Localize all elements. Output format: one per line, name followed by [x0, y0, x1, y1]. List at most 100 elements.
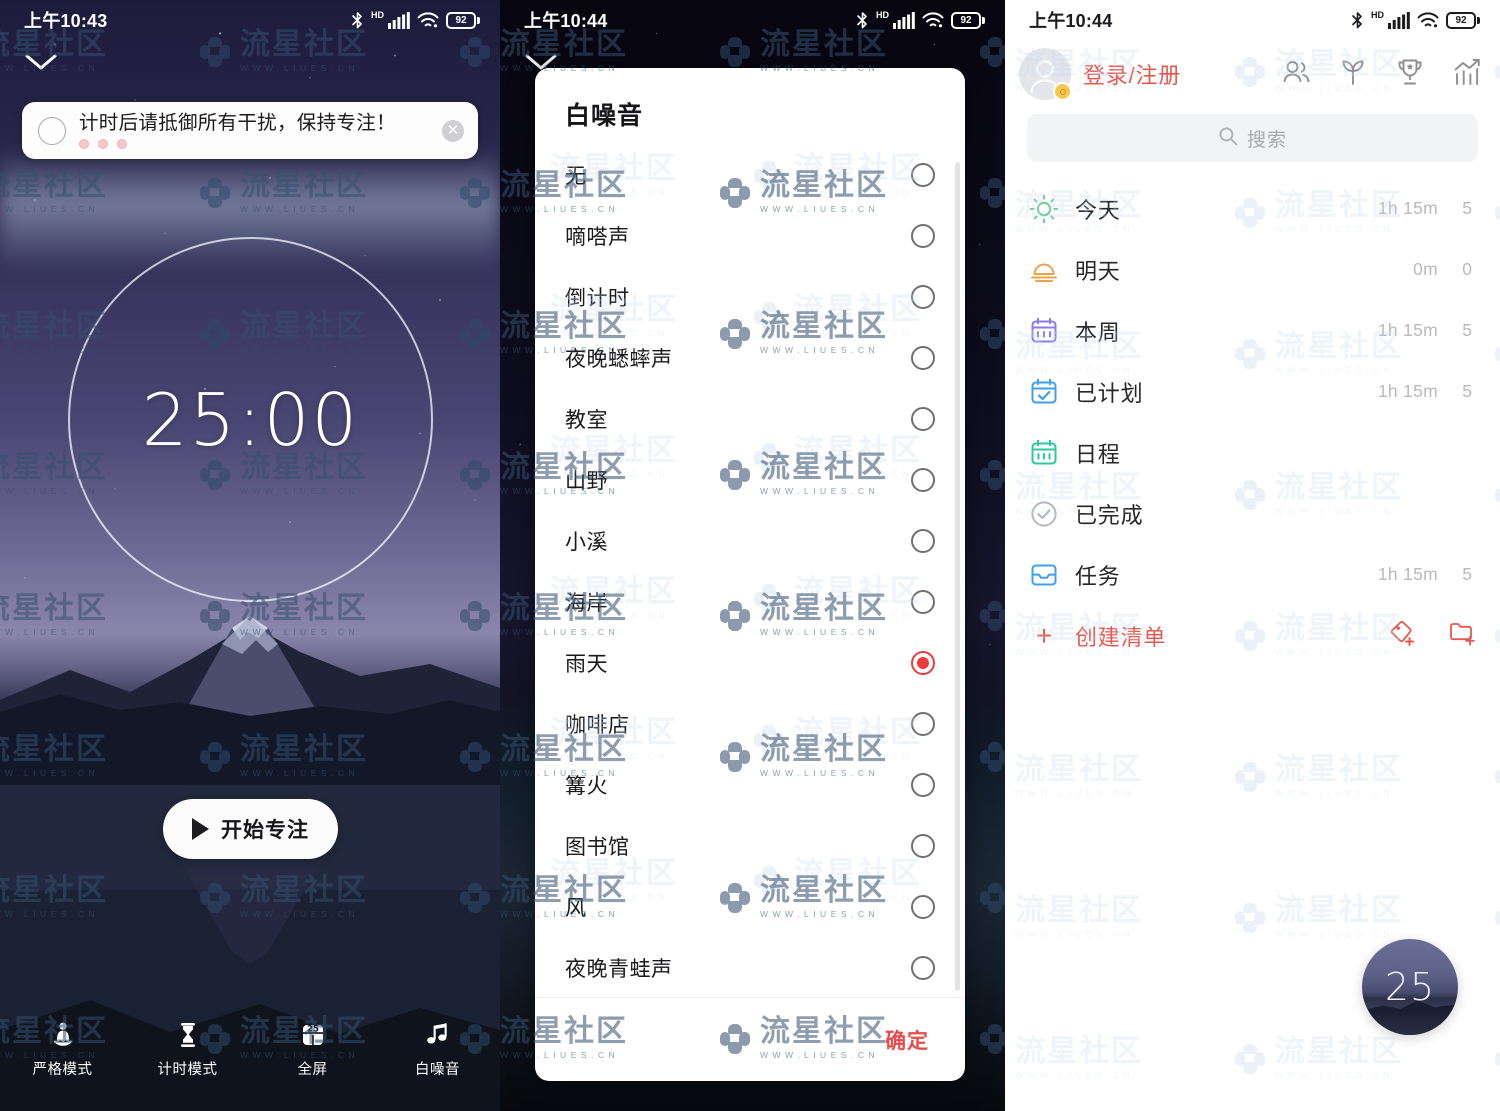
tab-white-noise[interactable]: 白噪音 — [375, 1009, 500, 1091]
list-item-duration: 1h 15m — [1377, 381, 1438, 401]
list-item-count: 5 — [1462, 320, 1472, 340]
tab-timer-mode[interactable]: 计时模式 — [125, 1009, 250, 1091]
white-noise-option[interactable]: 无 — [535, 144, 965, 205]
calendar-check-icon — [1029, 377, 1059, 407]
status-bar-panel1: 上午10:43 HD 92 — [0, 0, 500, 40]
option-label: 山野 — [565, 469, 608, 493]
radio-icon[interactable] — [911, 955, 935, 980]
white-noise-option[interactable]: 雨天 — [535, 632, 965, 693]
white-noise-option[interactable]: 风 — [535, 876, 965, 937]
white-noise-option[interactable]: 海岸 — [535, 571, 965, 632]
status-bar-panel3: 上午10:44 HD 92 — [1005, 0, 1500, 40]
white-noise-option[interactable]: 倒计时 — [535, 266, 965, 327]
tab-strict-mode[interactable]: 严格模式 — [0, 1009, 125, 1091]
pomodoro-dot — [117, 138, 127, 149]
radio-icon[interactable] — [911, 772, 935, 797]
list-item[interactable]: 已完成 — [1005, 483, 1500, 544]
search-input[interactable]: 搜索 — [1027, 114, 1478, 162]
option-label: 教室 — [565, 408, 608, 432]
list-item-label: 已完成 — [1075, 502, 1144, 528]
dialog-title: 白噪音 — [565, 102, 644, 130]
list-item[interactable]: 已计划 1h 15m 5 — [1005, 361, 1500, 422]
watermark: 流星社区WWW.LIUES.CN — [1005, 755, 1143, 799]
list-item-duration: 0m — [1413, 259, 1438, 279]
reminder-checkbox[interactable] — [38, 116, 66, 145]
radio-selected-icon[interactable] — [911, 650, 935, 675]
white-noise-options-list[interactable]: 无嘀嗒声 倒计时 夜晚蟋蟀声 教室 山野 小溪 海岸 雨天 咖啡店 篝火 图书馆风夜晚青蛙声 流星社… — [535, 144, 965, 997]
login-register-link[interactable]: 登录/注册 — [1083, 58, 1181, 90]
dialog-scrollbar[interactable] — [955, 162, 960, 991]
white-noise-option[interactable]: 嘀嗒声 — [535, 205, 965, 266]
timer-value: 25:00 — [141, 377, 360, 462]
list-item[interactable]: 明天 0m 0 — [1005, 239, 1500, 300]
radio-icon[interactable] — [911, 833, 935, 858]
white-noise-option[interactable]: 夜晚蟋蟀声 — [535, 327, 965, 388]
sprout-icon[interactable] — [1338, 57, 1368, 92]
radio-icon[interactable] — [911, 467, 935, 492]
white-noise-option[interactable]: 山野 — [535, 449, 965, 510]
svg-text:25: 25 — [307, 1024, 319, 1034]
start-focus-button[interactable]: 开始专注 — [163, 799, 338, 859]
white-noise-option[interactable]: 夜晚青蛙声 — [535, 937, 965, 997]
watermark-text: 流星社区WWW.LIUES.CN — [1015, 1035, 1143, 1081]
option-label: 夜晚青蛙声 — [565, 957, 673, 981]
status-time: 上午10:44 — [1029, 11, 1113, 31]
add-tag-icon[interactable] — [1388, 619, 1416, 652]
white-noise-option[interactable]: 图书馆 — [535, 815, 965, 876]
start-focus-label: 开始专注 — [221, 819, 309, 842]
friends-icon[interactable] — [1279, 58, 1311, 91]
create-list-label: 创建清单 — [1075, 624, 1167, 650]
white-noise-option[interactable]: 咖啡店 — [535, 693, 965, 754]
white-noise-dialog: 白噪音 无嘀嗒声倒计时夜晚蟋蟀声教室山野小溪 海岸 雨天 咖啡店 篝火 图书馆风夜晚青蛙声… — [535, 68, 965, 1081]
signal-icon — [893, 11, 915, 29]
confirm-button[interactable]: 确定 — [885, 1025, 929, 1055]
status-icons: HD 92 — [351, 10, 480, 30]
watermark: 流星社区WWW.LIUES.CN — [1495, 896, 1500, 939]
radio-icon[interactable] — [911, 345, 935, 370]
list-item[interactable]: 今天 1h 15m 5 — [1005, 178, 1500, 239]
avatar[interactable] — [1019, 48, 1072, 101]
white-noise-option[interactable]: 篝火 — [535, 754, 965, 815]
watermark: 流星社区WWW.LIUES.CN — [1235, 755, 1403, 798]
statistics-icon[interactable] — [1452, 57, 1482, 92]
radio-icon[interactable] — [911, 894, 935, 919]
focus-reminder-card[interactable]: 计时后请抵御所有干扰，保持专注！ ✕ — [22, 102, 478, 159]
list-item-label: 明天 — [1075, 258, 1121, 284]
close-icon[interactable]: ✕ — [442, 119, 464, 142]
add-folder-icon[interactable] — [1448, 619, 1476, 652]
hd-icon: HD — [371, 10, 384, 20]
radio-icon[interactable] — [911, 589, 935, 614]
radio-icon[interactable] — [911, 528, 935, 553]
option-label: 嘀嗒声 — [565, 225, 630, 249]
watermark-text: 流星社区WWW.LIUES.CN — [1275, 894, 1403, 940]
bluetooth-icon — [856, 11, 869, 30]
radio-icon[interactable] — [911, 284, 935, 309]
pomodoro-fab[interactable]: 25 — [1362, 939, 1458, 1035]
battery-icon: 92 — [1446, 11, 1480, 29]
option-label: 倒计时 — [565, 286, 630, 310]
list-item[interactable]: 任务 1h 15m 5 — [1005, 544, 1500, 605]
music-note-icon — [424, 1021, 452, 1049]
radio-icon[interactable] — [911, 223, 935, 248]
timer-ring[interactable]: 25:00 — [68, 237, 433, 602]
radio-icon[interactable] — [911, 711, 935, 736]
calendar-icon — [1029, 438, 1059, 468]
wifi-icon — [417, 11, 439, 29]
list-item-count: 5 — [1462, 564, 1472, 584]
radio-icon[interactable] — [911, 406, 935, 431]
create-list-row[interactable]: + 创建清单 — [1005, 605, 1500, 666]
list-item[interactable]: 日程 — [1005, 422, 1500, 483]
trophy-icon[interactable] — [1395, 57, 1425, 92]
collapse-chevron-icon[interactable] — [24, 52, 58, 77]
fullscreen-25-icon: 25 — [299, 1021, 327, 1049]
radio-icon[interactable] — [911, 162, 935, 187]
tab-fullscreen[interactable]: 25 全屏 — [250, 1009, 375, 1091]
option-label: 无 — [565, 164, 587, 188]
white-noise-option[interactable]: 教室 — [535, 388, 965, 449]
tab-label: 全屏 — [297, 1062, 328, 1078]
list-item[interactable]: 本周 1h 15m 5 — [1005, 300, 1500, 361]
wifi-icon — [922, 11, 944, 29]
dialog-footer: 确定 — [535, 997, 965, 1081]
wifi-icon — [1417, 11, 1439, 29]
white-noise-option[interactable]: 小溪 — [535, 510, 965, 571]
